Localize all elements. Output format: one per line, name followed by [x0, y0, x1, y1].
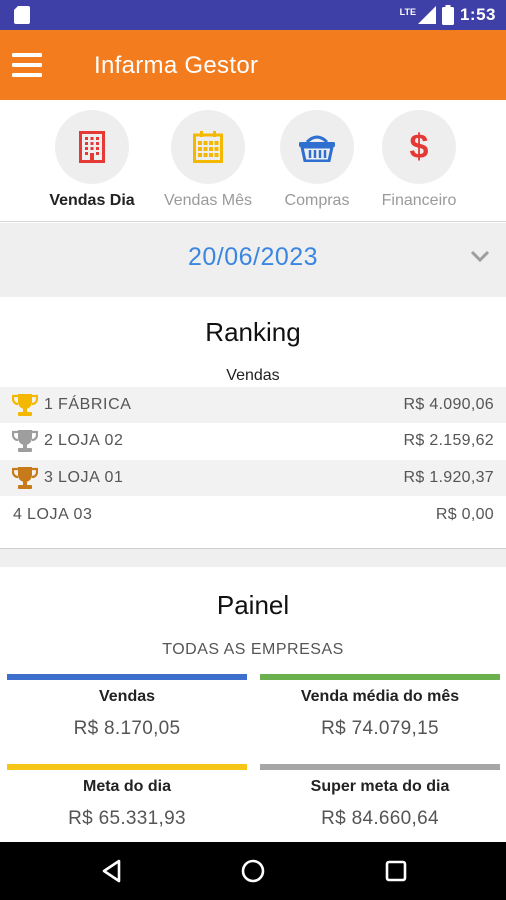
metric-card-color-bar: [260, 764, 500, 770]
app-bar: Infarma Gestor: [0, 30, 506, 100]
tab-vendas-mes[interactable]: Vendas Mês: [153, 110, 263, 210]
back-icon[interactable]: [97, 856, 127, 886]
ranking-position: 2: [44, 432, 54, 449]
hamburger-menu-icon[interactable]: [12, 51, 42, 79]
app-title: Infarma Gestor: [94, 52, 259, 79]
metric-card-venda-media: Venda média do mês R$ 74.079,15: [260, 674, 500, 754]
metric-card-color-bar: [260, 674, 500, 680]
silver-trophy-icon: [12, 430, 38, 452]
metric-card-value: R$ 84.660,64: [321, 808, 439, 829]
sim-card-icon: [14, 6, 30, 24]
tab-icon-circle: $: [382, 110, 456, 184]
ranking-title: Ranking: [205, 317, 301, 347]
bronze-trophy-icon: [12, 467, 38, 489]
metric-card-value: R$ 65.331,93: [68, 808, 186, 829]
ranking-row: 3 LOJA 01 R$ 1.920,37: [0, 460, 506, 496]
ranking-row: 2 LOJA 02 R$ 2.159,62: [0, 423, 506, 459]
system-nav-bar: [0, 842, 506, 900]
home-icon[interactable]: [238, 856, 268, 886]
gold-trophy-icon: [12, 394, 38, 416]
ranking-position: 3: [44, 469, 54, 486]
painel-subtitle: TODAS AS EMPRESAS: [162, 641, 344, 658]
ranking-row: 1 FÁBRICA R$ 4.090,06: [0, 387, 506, 423]
ranking-store-name: LOJA 03: [26, 506, 93, 523]
ranking-section: Ranking Vendas 1 FÁBRICA R$ 4.090,06 2 L…: [0, 297, 506, 549]
calendar-icon: [193, 131, 223, 163]
tab-label: Compras: [284, 192, 350, 209]
metric-card-meta-dia: Meta do dia R$ 65.331,93: [7, 764, 247, 844]
recents-icon[interactable]: [381, 856, 411, 886]
network-type-label: LTE: [399, 7, 416, 17]
status-icons: LTE 1:53: [400, 4, 496, 26]
selected-date: 20/06/2023: [187, 243, 319, 271]
clock: 1:53: [459, 5, 496, 24]
painel-title: Painel: [216, 590, 290, 620]
tab-label: Financeiro: [381, 192, 457, 209]
metric-card-value: R$ 74.079,15: [321, 718, 439, 739]
status-bar: LTE 1:53: [0, 0, 506, 30]
metric-card-value: R$ 8.170,05: [73, 718, 181, 739]
tab-icon-circle: [55, 110, 129, 184]
chevron-down-icon[interactable]: [470, 249, 490, 263]
ranking-store-name: LOJA 01: [57, 469, 124, 486]
metric-card-super-meta: Super meta do dia R$ 84.660,64: [260, 764, 500, 844]
section-divider: [0, 549, 506, 567]
ranking-value: R$ 1.920,37: [403, 469, 494, 486]
ranking-position: 4: [13, 506, 23, 523]
tab-compras[interactable]: Compras: [262, 110, 372, 210]
section-tabs: Vendas Dia Vendas Mês Compras $ Financei…: [0, 100, 506, 222]
tab-icon-circle: [171, 110, 245, 184]
painel-section: Painel TODAS AS EMPRESAS Vendas R$ 8.170…: [0, 567, 506, 842]
tab-label: Vendas Dia: [49, 192, 135, 209]
metric-card-label: Venda média do mês: [300, 688, 460, 705]
tab-financeiro[interactable]: $ Financeiro: [364, 110, 474, 210]
metric-card-vendas: Vendas R$ 8.170,05: [7, 674, 247, 754]
metric-card-color-bar: [7, 674, 247, 680]
ranking-store-name: LOJA 02: [57, 432, 124, 449]
metric-card-label: Super meta do dia: [310, 778, 450, 795]
dollar-icon: $: [409, 128, 429, 166]
ranking-value: R$ 2.159,62: [403, 432, 494, 449]
tab-icon-circle: [280, 110, 354, 184]
ranking-value: R$ 4.090,06: [403, 396, 494, 413]
battery-icon: [441, 5, 454, 25]
basket-icon: [299, 135, 335, 162]
ranking-row: 4 LOJA 03 R$ 0,00: [0, 497, 506, 533]
signal-icon: [417, 6, 436, 24]
ranking-subtitle: Vendas: [226, 367, 280, 384]
ranking-value: R$ 0,00: [435, 506, 494, 523]
ranking-store-name: FÁBRICA: [57, 396, 132, 413]
metric-card-label: Vendas: [98, 688, 156, 705]
ranking-position: 1: [44, 396, 54, 413]
metric-card-label: Meta do dia: [82, 778, 171, 795]
metric-card-color-bar: [7, 764, 247, 770]
building-icon: [79, 131, 105, 163]
tab-label: Vendas Mês: [163, 192, 253, 209]
date-selector[interactable]: 20/06/2023: [0, 223, 506, 297]
tab-vendas-dia[interactable]: Vendas Dia: [37, 110, 147, 210]
